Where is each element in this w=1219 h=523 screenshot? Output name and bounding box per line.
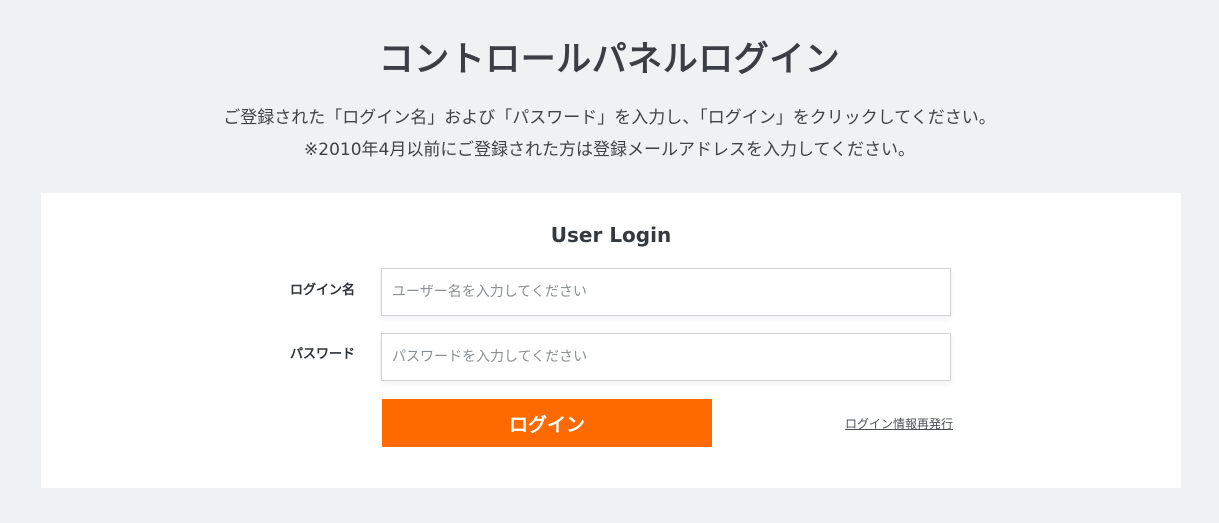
- reissue-login-info-link[interactable]: ログイン情報再発行: [845, 416, 953, 432]
- page-title: コントロールパネルログイン: [378, 40, 841, 80]
- login-panel: User Login ログイン名 パスワード ログイン ログイン情報再発行: [41, 193, 1181, 488]
- password-label: パスワード: [290, 347, 356, 362]
- description-line-2: ※2010年4月以前にご登録された方は登録メールアドレスを入力してください。: [304, 140, 915, 160]
- description-line-1: ご登録された「ログイン名」および「パスワード」を入力し、「ログイン」をクリックし…: [223, 108, 996, 128]
- login-button[interactable]: ログイン: [382, 399, 712, 447]
- password-input[interactable]: [381, 333, 951, 381]
- username-input[interactable]: [381, 268, 951, 316]
- panel-title: User Login: [550, 223, 672, 247]
- username-label: ログイン名: [290, 283, 356, 298]
